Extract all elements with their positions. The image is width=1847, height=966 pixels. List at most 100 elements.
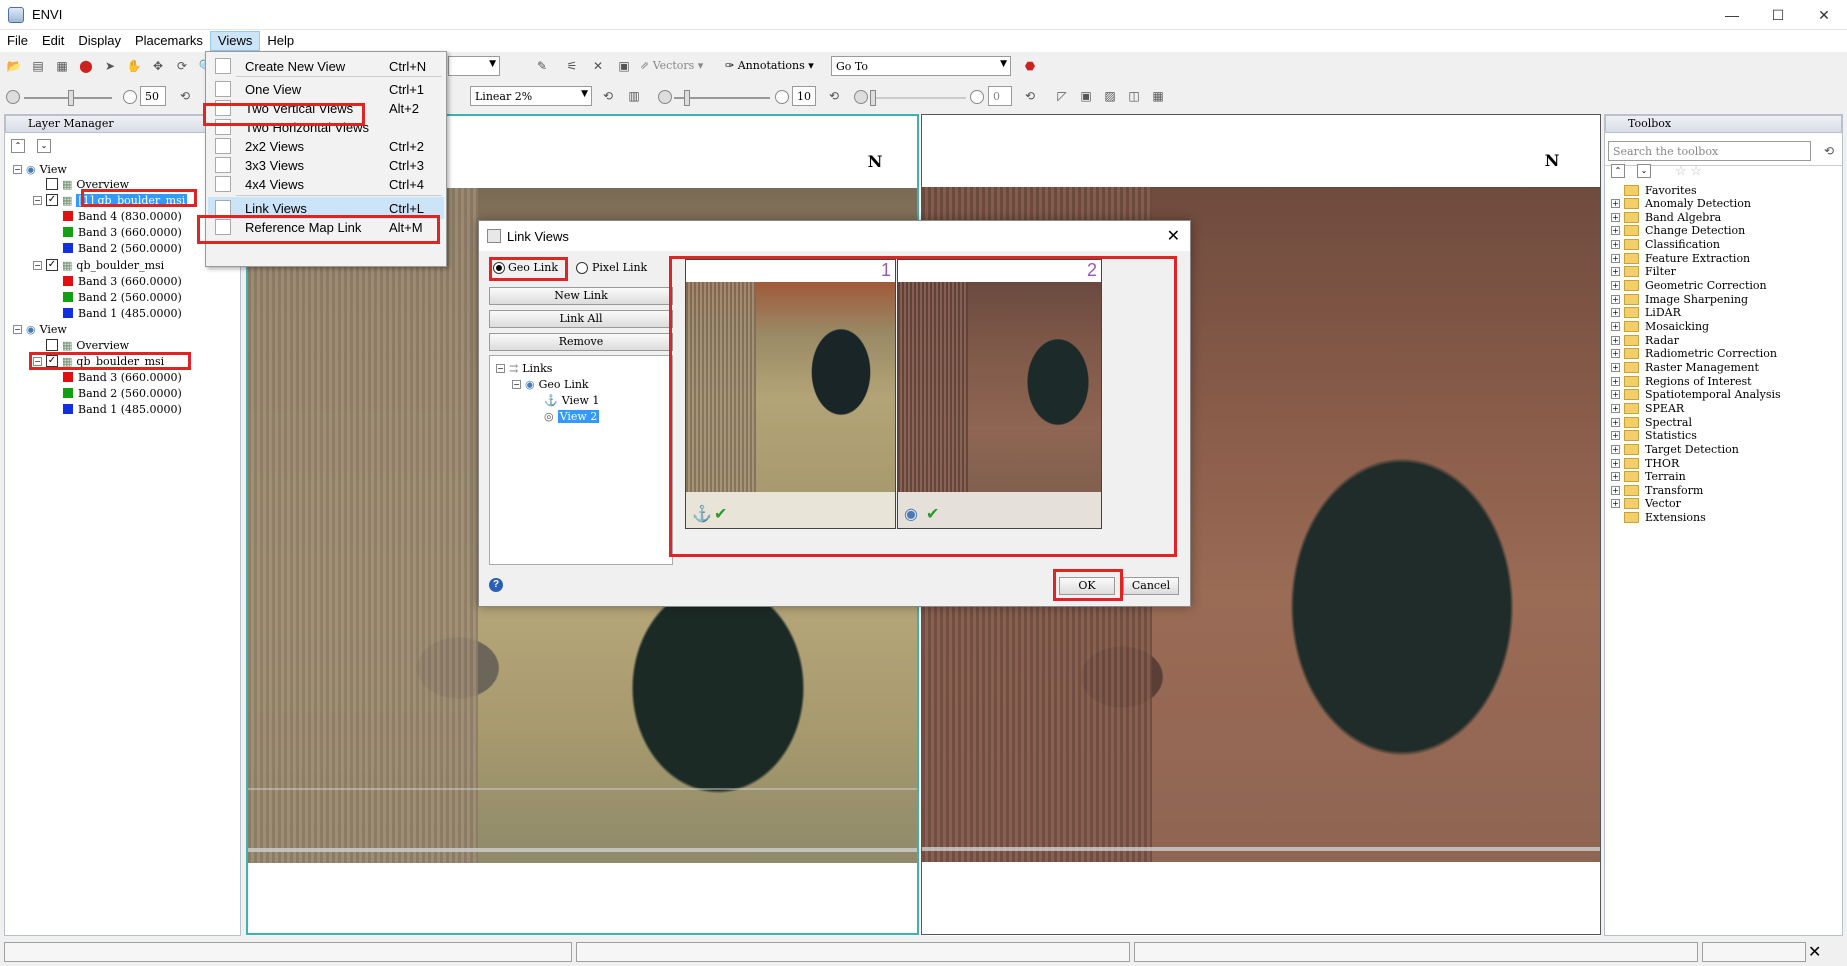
expand-toggle-icon[interactable]: + (1611, 458, 1620, 468)
tree-layer-node[interactable]: ▦ Overview (33, 176, 129, 192)
portal-icon[interactable]: ◸ (1052, 86, 1072, 106)
expand-toggle-icon[interactable]: + (1611, 267, 1620, 277)
collapse-toggle-icon[interactable]: − (13, 324, 22, 334)
view-link-icon[interactable]: ▦ (1148, 86, 1168, 106)
view-blend-icon[interactable]: ▣ (1076, 86, 1096, 106)
menu-help[interactable]: Help (260, 31, 301, 51)
menu-display[interactable]: Display (71, 31, 128, 51)
expand-toggle-icon[interactable]: + (1611, 212, 1620, 222)
sharpen-value[interactable]: 10 (792, 86, 816, 106)
data-manager-icon[interactable]: ▤ (28, 56, 48, 76)
menu-views[interactable]: Views (209, 31, 261, 51)
collapse-toggle-icon[interactable]: − (13, 164, 22, 174)
reset-sharpen-icon[interactable]: ⟲ (824, 86, 844, 106)
view-flicker-icon[interactable]: ▨ (1100, 86, 1120, 106)
toolbox-folder-extensions[interactable]: Extensions (1611, 510, 1706, 526)
tree-band-node[interactable]: Band 2 (560.0000) (63, 240, 182, 256)
goto-run-icon[interactable]: ⬣ (1020, 56, 1040, 76)
pan-icon[interactable]: ✋ (124, 56, 144, 76)
expand-toggle-icon[interactable]: + (1611, 417, 1620, 427)
new-link-button[interactable]: New Link (489, 287, 673, 305)
expand-toggle-icon[interactable]: + (1611, 472, 1620, 482)
reset-transparency-icon[interactable]: ⟲ (1020, 86, 1040, 106)
link-thumbnail-1[interactable]: 1 ⚓ ✔ (685, 259, 896, 529)
layer-visibility-checkbox[interactable] (46, 178, 58, 190)
close-window-button[interactable]: ✕ (1801, 0, 1847, 30)
sharpen-slider[interactable] (674, 90, 770, 106)
tree-band-node[interactable]: Band 3 (660.0000) (63, 273, 182, 289)
tree-view-node[interactable]: − ◉ View (13, 161, 67, 177)
view-1-node[interactable]: View 1 (562, 394, 600, 407)
geo-link-radio[interactable]: Geo Link (493, 261, 558, 274)
pixel-link-radio[interactable]: Pixel Link (576, 261, 647, 274)
transparency-slider[interactable] (870, 90, 966, 106)
crosshair-icon[interactable]: ✕ (588, 56, 608, 76)
measure-icon[interactable]: ⚟ (562, 56, 582, 76)
tree-layer-node[interactable]: − ✓ ▦ [1] qb_boulder_msi (33, 192, 188, 208)
tree-band-node[interactable]: Band 2 (560.0000) (63, 289, 182, 305)
expand-toggle-icon[interactable]: + (1611, 444, 1620, 454)
expand-toggle-icon[interactable]: + (1611, 226, 1620, 236)
cursor-icon[interactable]: ➤ (100, 56, 120, 76)
tree-band-node[interactable]: Band 3 (660.0000) (63, 369, 182, 385)
layer-visibility-checkbox[interactable]: ✓ (46, 259, 58, 271)
expand-toggle-icon[interactable]: + (1611, 390, 1620, 400)
layer-icon[interactable]: ▦ (52, 56, 72, 76)
view-swipe-icon[interactable]: ◫ (1124, 86, 1144, 106)
views-menu-item-reference-map-link[interactable]: Reference Map Link Alt+M (208, 216, 444, 238)
views-menu-item-4x4-views[interactable]: 4x4 Views Ctrl+4 (208, 173, 444, 195)
tree-band-node[interactable]: Band 1 (485.0000) (63, 401, 182, 417)
expand-toggle-icon[interactable]: + (1611, 253, 1620, 263)
rotate-icon[interactable]: ⟳ (172, 56, 192, 76)
expand-toggle-icon[interactable] (1611, 186, 1620, 195)
menu-file[interactable]: File (0, 31, 35, 51)
goto-input[interactable]: Go To ▼ (831, 56, 1011, 76)
zoom-combo[interactable]: ▼ (448, 56, 500, 76)
expand-toggle-icon[interactable]: + (1611, 349, 1620, 359)
layer-visibility-checkbox[interactable]: ✓ (46, 355, 58, 367)
expand-toggle-icon[interactable]: + (1611, 294, 1620, 304)
geo-link-node[interactable]: Geo Link (539, 378, 589, 391)
fly-icon[interactable]: ✥ (148, 56, 168, 76)
vectors-button[interactable]: ⇗ Vectors ▾ (640, 59, 703, 72)
expand-toggle-icon[interactable]: + (1611, 431, 1620, 441)
reset-brightness-icon[interactable]: ⟲ (175, 86, 195, 106)
expand-toggle-icon[interactable]: + (1611, 485, 1620, 495)
tree-band-node[interactable]: Band 4 (830.0000) (63, 208, 182, 224)
toolbox-expand-icon[interactable]: ⌄ (1637, 164, 1651, 178)
expand-all-icon[interactable]: ⌄ (37, 139, 51, 153)
links-root-label[interactable]: Links (522, 362, 552, 375)
expand-toggle-icon[interactable]: + (1611, 322, 1620, 331)
annotations-button[interactable]: ✑ Annotations ▾ (725, 59, 814, 72)
toolbox-search-input[interactable]: Search the toolbox (1608, 141, 1811, 161)
help-icon[interactable]: ? (489, 578, 503, 592)
tree-band-node[interactable]: Band 2 (560.0000) (63, 385, 182, 401)
layer-visibility-checkbox[interactable]: ✓ (46, 194, 58, 206)
cancel-process-icon[interactable]: ✕ (1808, 942, 1821, 962)
tree-view-node[interactable]: − ◉ View (13, 321, 67, 337)
view-2-node[interactable]: View 2 (557, 409, 600, 423)
expand-toggle-icon[interactable]: + (1611, 199, 1620, 209)
menu-edit[interactable]: Edit (35, 31, 71, 51)
dialog-close-icon[interactable]: ✕ (1167, 226, 1180, 246)
tree-layer-node[interactable]: − ✓ ▦ qb_boulder_msi (33, 353, 164, 369)
transparency-value[interactable]: 0 (988, 86, 1012, 106)
expand-toggle-icon[interactable]: + (1611, 362, 1620, 372)
expand-toggle-icon[interactable]: + (1611, 403, 1620, 413)
tree-band-node[interactable]: Band 1 (485.0000) (63, 305, 182, 321)
maximize-button[interactable]: ☐ (1755, 0, 1801, 30)
brightness-slider[interactable] (24, 90, 112, 106)
ok-button[interactable]: OK (1059, 577, 1115, 595)
histogram-icon[interactable]: ▥ (624, 86, 644, 106)
menu-placemarks[interactable]: Placemarks (128, 31, 210, 51)
tree-band-node[interactable]: Band 3 (660.0000) (63, 224, 182, 240)
expand-toggle-icon[interactable]: + (1611, 281, 1620, 291)
collapse-all-icon[interactable]: ⌃ (11, 139, 25, 153)
views-menu-item-create-new-view[interactable]: Create New View Ctrl+N (208, 55, 444, 77)
collapse-toggle-icon[interactable]: − (33, 260, 42, 270)
favorite-star-icon[interactable]: ☆ ☆ (1675, 163, 1702, 179)
tree-layer-node[interactable]: − ✓ ▦ qb_boulder_msi (33, 257, 164, 273)
expand-toggle-icon[interactable]: + (1611, 308, 1620, 318)
expand-toggle-icon[interactable] (1611, 513, 1620, 522)
open-icon[interactable]: 📂 (4, 56, 24, 76)
